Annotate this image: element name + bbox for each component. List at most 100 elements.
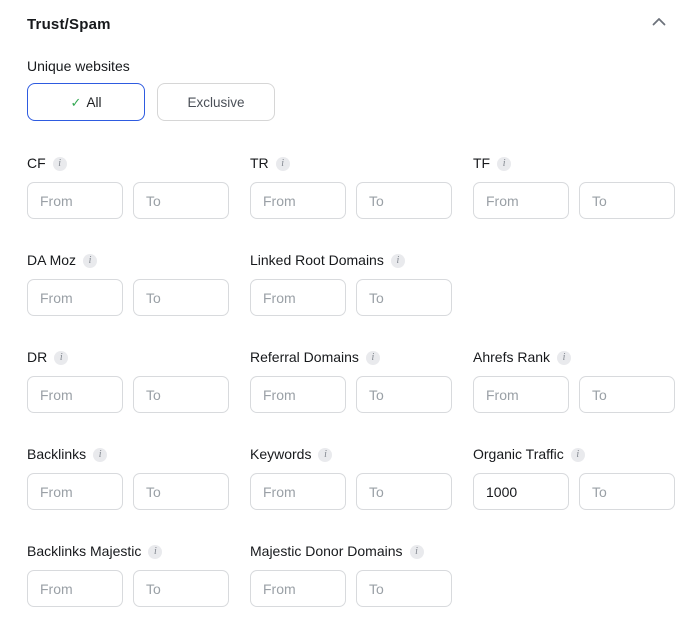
tr-to-input[interactable] [356,182,452,219]
exclusive-button-label: Exclusive [187,95,244,110]
ahrefs-rank-to-input[interactable] [579,376,675,413]
unique-websites-all-button[interactable]: ✓ All [27,83,145,121]
filter-label-text: TF [473,155,490,172]
filter-row: CF i TR i TF i [27,155,676,219]
filter-group-referral-domains: Referral Domains i [250,349,452,413]
tr-from-input[interactable] [250,182,346,219]
cf-to-input[interactable] [133,182,229,219]
trust-spam-panel: Trust/Spam Unique websites ✓ All Exclusi… [0,0,700,617]
filter-row: DA Moz i Linked Root Domains i [27,252,676,316]
filter-label: Ahrefs Ranki [473,349,675,366]
collapse-section-button[interactable] [648,15,670,28]
da-moz-from-input[interactable] [27,279,123,316]
organic-traffic-from-input[interactable] [473,473,569,510]
info-icon[interactable]: i [366,351,380,365]
filter-row: Backlinks Majestici Majestic Donor Domain… [27,543,676,607]
panel-header: Trust/Spam [27,15,676,35]
majestic-donor-domains-to-input[interactable] [356,570,452,607]
range-inputs [27,570,229,607]
linked-root-domains-from-input[interactable] [250,279,346,316]
check-icon: ✓ [71,96,82,109]
dr-from-input[interactable] [27,376,123,413]
filter-label: TF i [473,155,675,172]
filter-group-backlinks: Backlinks i [27,446,229,510]
filter-label-text: TR [250,155,269,172]
info-icon[interactable]: i [410,545,424,559]
keywords-from-input[interactable] [250,473,346,510]
filter-group-da-moz: DA Moz i [27,252,229,316]
filter-label: Majestic Donor Domains i [250,543,452,560]
filter-row: Backlinks i Keywords i Organic Traffic i [27,446,676,510]
filter-label: Organic Traffic i [473,446,675,463]
filter-label-text: Referral Domains [250,349,359,366]
backlinks-majestic-from-input[interactable] [27,570,123,607]
all-button-label: All [86,95,101,110]
info-icon[interactable]: i [83,254,97,268]
range-inputs [473,473,675,510]
filter-group-ahrefs-rank: Ahrefs Ranki [473,349,675,413]
filter-group-backlinks-majestic: Backlinks Majestici [27,543,229,607]
filter-label-text: Backlinks [27,446,86,463]
info-icon[interactable]: i [276,157,290,171]
info-icon[interactable]: i [557,351,571,365]
filter-label: DR i [27,349,229,366]
filter-label-text: Majestic Donor Domains [250,543,403,560]
info-icon[interactable]: i [54,351,68,365]
filter-label: Referral Domains i [250,349,452,366]
info-icon[interactable]: i [497,157,511,171]
filter-label: Backlinks Majestici [27,543,229,560]
backlinks-from-input[interactable] [27,473,123,510]
referral-domains-from-input[interactable] [250,376,346,413]
range-inputs [473,376,675,413]
filter-label: TR i [250,155,452,172]
filter-label: DA Moz i [27,252,229,269]
range-inputs [27,473,229,510]
backlinks-to-input[interactable] [133,473,229,510]
unique-websites-label: Unique websites [27,58,676,75]
filter-label: Backlinks i [27,446,229,463]
tf-from-input[interactable] [473,182,569,219]
filter-group-keywords: Keywords i [250,446,452,510]
filter-group-tf: TF i [473,155,675,219]
info-icon[interactable]: i [571,448,585,462]
dr-to-input[interactable] [133,376,229,413]
info-icon[interactable]: i [318,448,332,462]
filter-label-text: DR [27,349,47,366]
keywords-to-input[interactable] [356,473,452,510]
range-inputs [27,279,229,316]
range-inputs [250,279,452,316]
filter-label-text: Linked Root Domains [250,252,384,269]
ahrefs-rank-from-input[interactable] [473,376,569,413]
filter-group-cf: CF i [27,155,229,219]
range-inputs [27,182,229,219]
unique-websites-exclusive-button[interactable]: Exclusive [157,83,275,121]
tf-to-input[interactable] [579,182,675,219]
filter-grid: CFiTRiTFiDA MoziLinked Root DomainsiDRiR… [27,155,676,607]
majestic-donor-domains-from-input[interactable] [250,570,346,607]
filter-group-dr: DR i [27,349,229,413]
referral-domains-to-input[interactable] [356,376,452,413]
info-icon[interactable]: i [148,545,162,559]
filter-label-text: DA Moz [27,252,76,269]
filter-row: DRiReferral DomainsiAhrefs Ranki [27,349,676,413]
filter-group-linked-root-domains: Linked Root Domains i [250,252,452,316]
filter-group-organic-traffic: Organic Traffic i [473,446,675,510]
range-inputs [250,376,452,413]
filter-label-text: Organic Traffic [473,446,564,463]
info-icon[interactable]: i [53,157,67,171]
filter-group-tr: TR i [250,155,452,219]
range-inputs [250,570,452,607]
info-icon[interactable]: i [391,254,405,268]
info-icon[interactable]: i [93,448,107,462]
range-inputs [250,182,452,219]
chevron-up-icon [652,14,666,29]
filter-label-text: CF [27,155,46,172]
linked-root-domains-to-input[interactable] [356,279,452,316]
unique-websites-toggle-group: ✓ All Exclusive [27,83,676,121]
filter-label-text: Keywords [250,446,311,463]
cf-from-input[interactable] [27,182,123,219]
da-moz-to-input[interactable] [133,279,229,316]
organic-traffic-to-input[interactable] [579,473,675,510]
backlinks-majestic-to-input[interactable] [133,570,229,607]
range-inputs [250,473,452,510]
